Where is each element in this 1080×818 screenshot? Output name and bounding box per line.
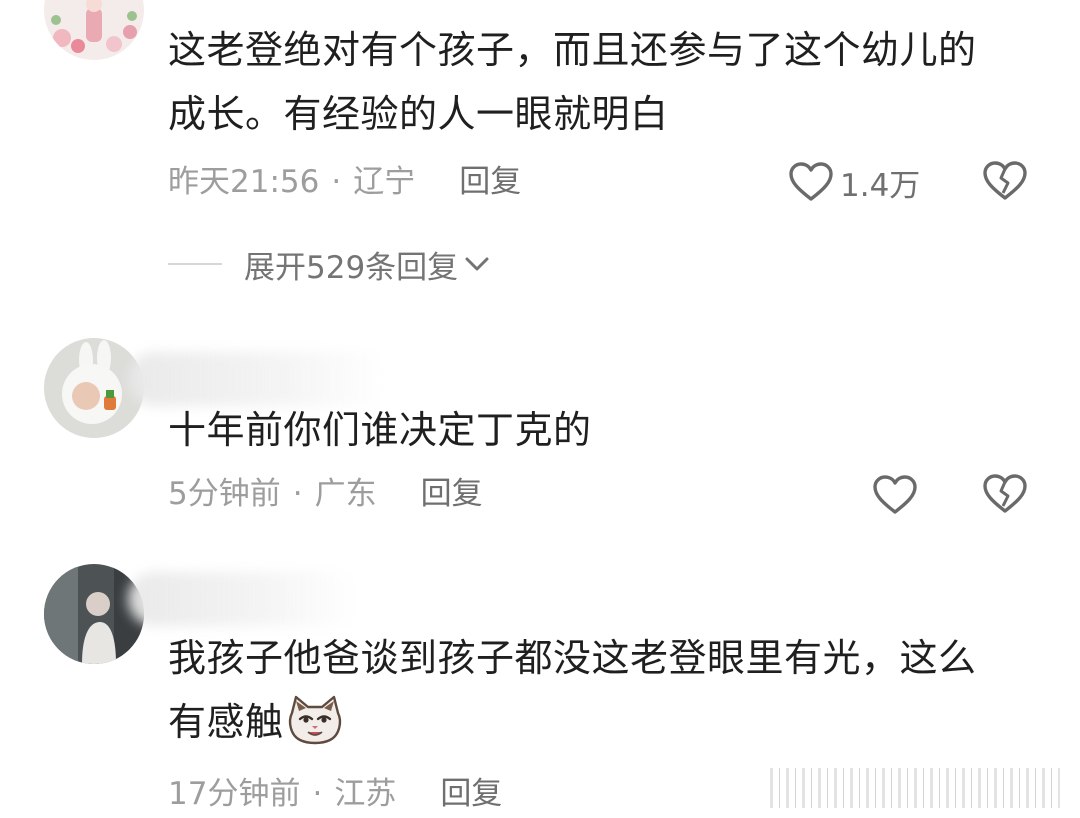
avatar[interactable] [44, 0, 144, 60]
heart-outline-icon [789, 162, 833, 201]
broken-heart-icon [983, 474, 1027, 513]
like-button[interactable]: 1.4万 [788, 160, 920, 204]
meta-separator: · [292, 476, 303, 512]
dislike-button[interactable] [982, 473, 1028, 517]
chevron-down-icon [465, 257, 489, 271]
comment-text-line-2: 成长。有经验的人一眼就明白 [168, 92, 669, 136]
comment-time: 昨天21:56 [168, 164, 320, 200]
reply-button[interactable]: 回复 [440, 776, 502, 812]
comment-meta: 5分钟前 · 广东 回复 [168, 474, 483, 514]
avatar-image-floral [44, 0, 144, 60]
avatar-image-photo [44, 564, 144, 664]
expand-replies-button[interactable]: 展开529条回复 [168, 244, 490, 286]
comment-text: 这老登绝对有个孩子，而且还参与了这个幼儿的 成长。有经验的人一眼就明白 [168, 18, 1048, 146]
comment-location: 江苏 [334, 776, 397, 812]
comment-text-line-1: 这老登绝对有个孩子，而且还参与了这个幼儿的 [168, 28, 977, 72]
dislike-button[interactable] [982, 160, 1028, 204]
comment-text-line-1: 我孩子他爸谈到孩子都没这老登眼里有光，这么 [168, 636, 977, 680]
broken-heart-icon [983, 161, 1027, 200]
reply-button[interactable]: 回复 [459, 164, 521, 200]
comment-text: 我孩子他爸谈到孩子都没这老登眼里有光，这么 有感触 [168, 626, 1048, 754]
watermark-overlay [770, 768, 1060, 808]
meta-separator: · [312, 776, 323, 812]
comment-text: 十年前你们谁决定丁克的 [168, 408, 592, 452]
comment-location: 辽宁 [353, 164, 416, 200]
like-button[interactable] [872, 473, 918, 517]
reply-button[interactable]: 回复 [421, 476, 483, 512]
comment-text-line-2: 有感触 [168, 690, 1048, 754]
comment-meta: 昨天21:56 · 辽宁 回复 [168, 162, 521, 202]
avatar[interactable] [44, 564, 144, 664]
comment-meta: 17分钟前 · 江苏 回复 [168, 774, 502, 814]
heart-outline-icon [873, 475, 917, 514]
username-blurred [128, 572, 358, 626]
like-count: 1.4万 [840, 167, 921, 204]
comment-time: 17分钟前 [168, 776, 301, 812]
divider-line [168, 263, 222, 265]
comment-time: 5分钟前 [168, 476, 281, 512]
meta-separator: · [331, 164, 342, 200]
comment-text-line-2-text: 有感触 [168, 700, 284, 744]
comment-location: 广东 [314, 476, 377, 512]
expand-replies-label: 展开529条回复 [244, 249, 459, 286]
cat-emoji-icon [286, 695, 344, 745]
